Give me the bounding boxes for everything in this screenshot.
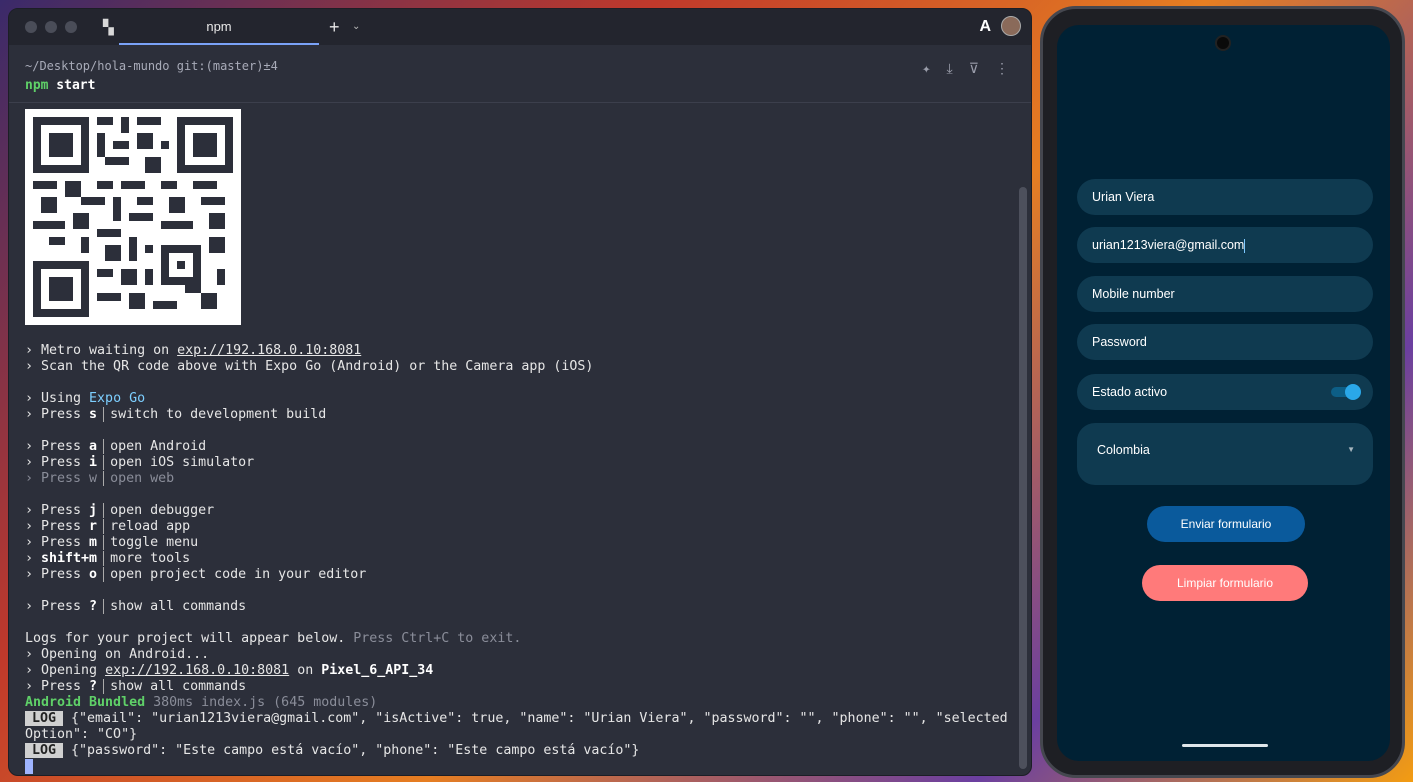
title-bar: ▚ npm + ⌄ A bbox=[9, 9, 1031, 45]
command-name: npm bbox=[25, 78, 49, 93]
command-args: start bbox=[48, 78, 96, 93]
active-status-label: Estado activo bbox=[1092, 385, 1168, 399]
output-line: › Opening on Android... bbox=[25, 647, 210, 662]
ai-assistant-icon[interactable]: A bbox=[979, 18, 991, 36]
output-line: › Metro waiting on exp://192.168.0.10:80… bbox=[25, 343, 362, 358]
sparkle-icon[interactable]: ✦ bbox=[922, 61, 930, 77]
dropdown-arrow-icon: ▼ bbox=[1347, 445, 1355, 454]
output-line: › Press s switch to development build bbox=[25, 407, 327, 422]
android-emulator: Urian Viera urian1213viera@gmail.com Mob… bbox=[1040, 6, 1405, 778]
email-value: urian1213viera@gmail.com bbox=[1092, 238, 1245, 252]
sidebar-icon[interactable]: ▚ bbox=[103, 19, 114, 36]
zoom-window-button[interactable] bbox=[65, 21, 77, 33]
metro-url-link[interactable]: exp://192.168.0.10:8081 bbox=[177, 343, 361, 358]
log-line: LOG {"password": "Este campo está vacío"… bbox=[25, 743, 1017, 759]
output-line: › Scan the QR code above with Expo Go (A… bbox=[25, 359, 594, 374]
clear-button[interactable]: Limpiar formulario bbox=[1142, 565, 1308, 601]
output-line: › Press w open web bbox=[25, 471, 175, 486]
password-field[interactable]: Password bbox=[1077, 324, 1373, 360]
avatar[interactable] bbox=[1001, 16, 1021, 36]
scrollbar[interactable] bbox=[1019, 187, 1027, 769]
output-line: › Press j open debugger bbox=[25, 503, 215, 518]
submit-button[interactable]: Enviar formulario bbox=[1147, 506, 1305, 542]
close-window-button[interactable] bbox=[25, 21, 37, 33]
output-line: › Press r reload app bbox=[25, 519, 191, 534]
country-selected-value: Colombia bbox=[1097, 443, 1150, 457]
filter-icon[interactable]: ⊽ bbox=[969, 61, 979, 77]
opening-url-link[interactable]: exp://192.168.0.10:8081 bbox=[105, 663, 289, 678]
active-status-row: Estado activo bbox=[1077, 374, 1373, 410]
log-line: LOG {"email": "urian1213viera@gmail.com"… bbox=[25, 711, 1017, 727]
home-indicator[interactable] bbox=[1182, 744, 1268, 747]
new-tab-icon[interactable]: + bbox=[329, 17, 340, 38]
log-tag: LOG bbox=[25, 711, 64, 726]
output-line: › Press ? show all commands bbox=[25, 599, 247, 614]
country-select[interactable]: Colombia ▼ bbox=[1077, 423, 1373, 485]
app-screen: Urian Viera urian1213viera@gmail.com Mob… bbox=[1057, 25, 1390, 761]
output-line: Android Bundled 380ms index.js (645 modu… bbox=[25, 695, 378, 710]
output-line: › Using Expo Go bbox=[25, 391, 146, 406]
block-actions: ✦ ⤓ ⊽ ⋮ bbox=[922, 61, 1009, 77]
output-line: › Press m toggle menu bbox=[25, 535, 199, 550]
mobile-field[interactable]: Mobile number bbox=[1077, 276, 1373, 312]
terminal-output: › Metro waiting on exp://192.168.0.10:80… bbox=[9, 103, 1031, 775]
text-caret bbox=[1244, 238, 1246, 253]
output-line: › Opening exp://192.168.0.10:8081 on Pix… bbox=[25, 663, 434, 678]
download-icon[interactable]: ⤓ bbox=[947, 61, 953, 77]
chevron-down-icon[interactable]: ⌄ bbox=[352, 21, 360, 32]
log-line-cont: Option": "CO"} bbox=[25, 727, 138, 742]
command-line: npm start bbox=[25, 78, 95, 93]
window-controls bbox=[25, 21, 77, 33]
camera-icon bbox=[1215, 35, 1231, 51]
output-lines: › Metro waiting on exp://192.168.0.10:80… bbox=[25, 343, 1017, 775]
prompt-line[interactable] bbox=[25, 759, 1017, 775]
output-line: › shift+m more tools bbox=[25, 551, 191, 566]
active-toggle[interactable] bbox=[1331, 384, 1361, 400]
minimize-window-button[interactable] bbox=[45, 21, 57, 33]
output-line: › Press ? show all commands bbox=[25, 679, 247, 694]
name-field[interactable]: Urian Viera bbox=[1077, 179, 1373, 215]
output-line: Logs for your project will appear below.… bbox=[25, 631, 522, 646]
output-line: › Press o open project code in your edito… bbox=[25, 567, 367, 582]
output-line: › Press i open iOS simulator bbox=[25, 455, 255, 470]
output-line: › Press a open Android bbox=[25, 439, 207, 454]
log-tag: LOG bbox=[25, 743, 64, 758]
command-header: ~/Desktop/hola-mundo git:(master)±4 npm … bbox=[9, 45, 1031, 103]
more-icon[interactable]: ⋮ bbox=[995, 61, 1009, 77]
text-cursor bbox=[25, 759, 33, 774]
working-directory: ~/Desktop/hola-mundo git:(master)±4 bbox=[25, 59, 278, 73]
tab-npm[interactable]: npm bbox=[119, 9, 319, 45]
qr-code bbox=[25, 109, 241, 325]
tab-label: npm bbox=[206, 18, 232, 34]
email-field[interactable]: urian1213viera@gmail.com bbox=[1077, 227, 1373, 263]
terminal-window: ▚ npm + ⌄ A ~/Desktop/hola-mundo git:(ma… bbox=[8, 8, 1032, 776]
